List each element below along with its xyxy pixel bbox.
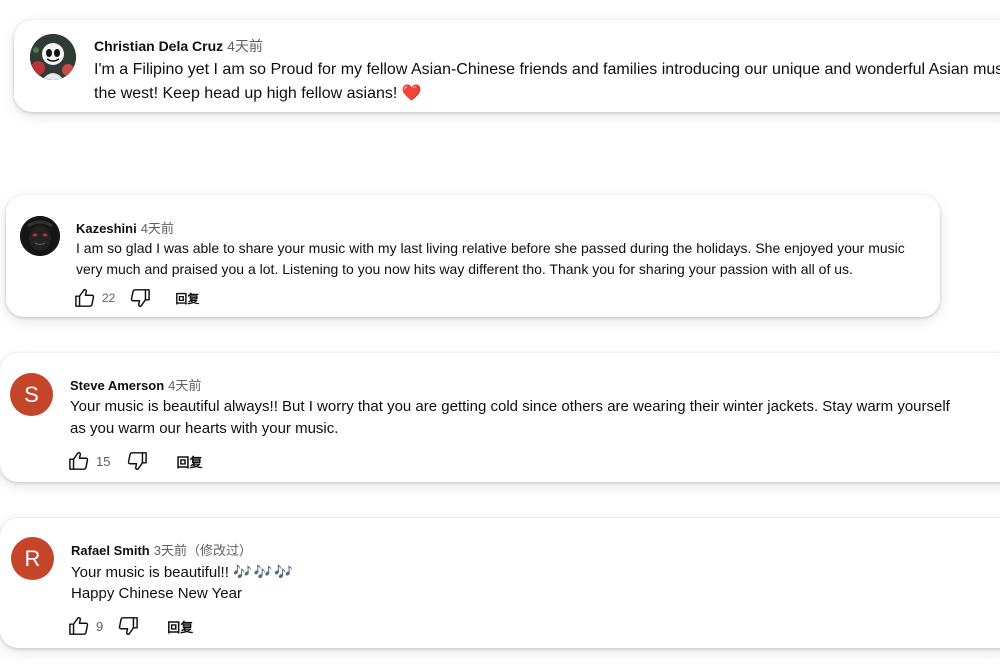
comment-card: Kazeshini 4天前 I am so glad I was able to … (6, 195, 940, 317)
comment-text: Your music is beautiful!! (71, 564, 229, 581)
timestamp[interactable]: 3天前（修改过） (154, 543, 252, 558)
avatar[interactable]: R (11, 537, 54, 580)
avatar[interactable] (20, 216, 60, 256)
dislike-button[interactable] (117, 616, 139, 636)
timestamp[interactable]: 4天前 (141, 221, 174, 236)
like-count: 9 (96, 618, 104, 634)
like-count: 22 (102, 291, 116, 305)
like-button[interactable] (68, 451, 90, 471)
author-name[interactable]: Steve Amerson (70, 378, 164, 393)
avatar[interactable] (30, 34, 76, 80)
comment-text-line: I'm a Filipino yet I am so Proud for my … (94, 61, 1000, 78)
comment-text-line: Your music is beautiful always!! But I w… (70, 398, 950, 415)
comment-card: Christian Dela Cruz 4天前 I'm a Filipino ye… (14, 20, 1000, 112)
reply-button[interactable]: 回复 (176, 452, 202, 471)
avatar-letter: S (24, 381, 39, 407)
comment-text-line: the west! Keep head up high fellow asian… (94, 83, 422, 103)
thumbs-down-icon (128, 452, 148, 470)
thumbs-up-icon (75, 289, 95, 307)
comment-header: Christian Dela Cruz 4天前 (94, 36, 263, 56)
comment-actions: 9 回复 (68, 616, 193, 636)
comment-card: R Rafael Smith 3天前（修改过） Your music is bea… (0, 518, 1000, 648)
comment-text: the west! Keep head up high fellow asian… (94, 85, 398, 102)
masked-figure-avatar-icon (30, 34, 76, 80)
heart-emoji: ❤️ (401, 85, 422, 102)
like-button[interactable] (74, 288, 96, 308)
comment-header: Rafael Smith 3天前（修改过） (71, 540, 252, 559)
dislike-button[interactable] (126, 451, 148, 471)
like-button[interactable] (68, 616, 90, 636)
comment-card: S Steve Amerson 4天前 Your music is beautif… (0, 353, 1000, 482)
timestamp[interactable]: 4天前 (227, 38, 263, 54)
avatar-letter: R (24, 545, 41, 571)
comment-text-line: very much and praised you a lot. Listeni… (76, 261, 853, 277)
comment-actions: 15 回复 (68, 451, 202, 471)
comment-text-line: I am so glad I was able to share your mu… (76, 240, 905, 256)
author-name[interactable]: Kazeshini (76, 221, 137, 236)
author-name[interactable]: Rafael Smith (71, 543, 150, 558)
like-count: 15 (96, 453, 111, 469)
thumbs-up-icon (69, 452, 89, 470)
comment-text-line: Your music is beautiful!! 🎶🎶🎶 (71, 563, 295, 581)
avatar[interactable]: S (10, 373, 53, 416)
reply-button[interactable]: 回复 (175, 290, 199, 307)
comment-actions: 22 回复 (74, 288, 199, 308)
comment-text-line: as you warm our hearts with your music. (70, 420, 339, 437)
thumbs-down-icon (119, 617, 139, 635)
dislike-button[interactable] (129, 288, 151, 308)
thumbs-down-icon (131, 289, 151, 307)
reply-button[interactable]: 回复 (167, 617, 193, 636)
comment-text-line: Happy Chinese New Year (71, 585, 242, 602)
comment-header: Steve Amerson 4天前 (70, 375, 201, 394)
timestamp[interactable]: 4天前 (168, 378, 201, 393)
dark-face-avatar-icon (20, 216, 60, 256)
author-name[interactable]: Christian Dela Cruz (94, 38, 223, 54)
comment-header: Kazeshini 4天前 (76, 218, 174, 237)
thumbs-up-icon (69, 617, 89, 635)
music-notes-emoji: 🎶🎶🎶 (233, 564, 296, 581)
